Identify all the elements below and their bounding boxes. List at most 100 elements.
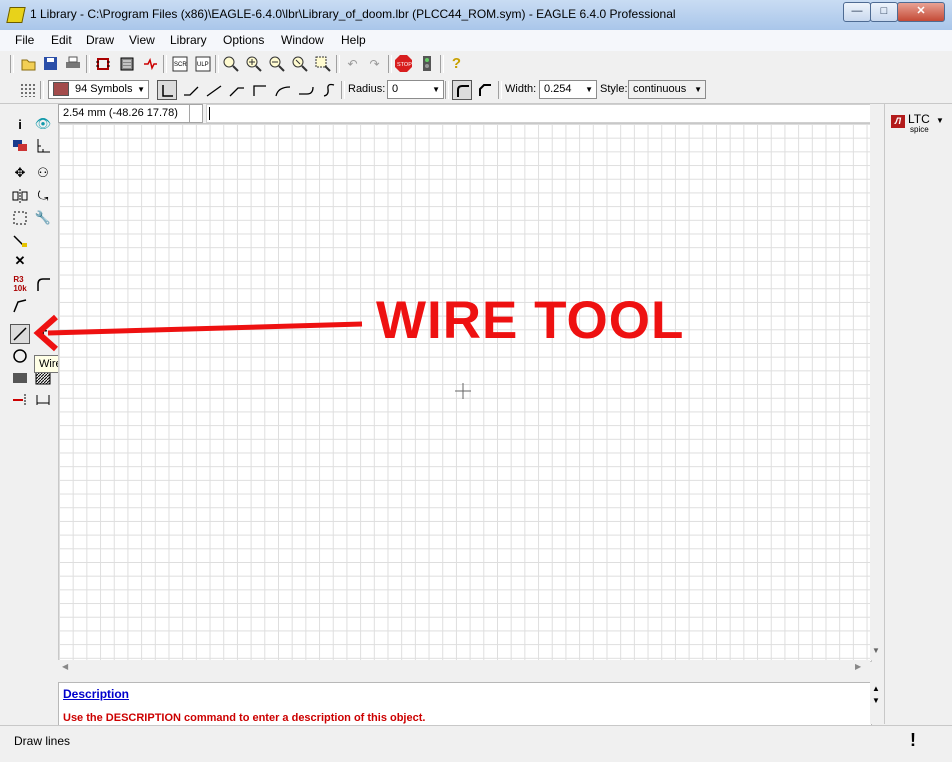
radius-value: 0 (392, 83, 399, 95)
mirror-tool-icon[interactable] (10, 186, 30, 206)
scroll-up-icon[interactable]: ▲ (872, 684, 880, 693)
go-icon[interactable] (418, 55, 435, 72)
wire-bend-45-icon[interactable] (181, 80, 201, 100)
mark-origin-icon[interactable] (33, 136, 53, 156)
dimension-tool-icon[interactable] (33, 390, 53, 410)
horizontal-scrollbar[interactable]: ◀ ▶ (58, 660, 870, 674)
style-select[interactable]: continuous ▼ (628, 80, 706, 99)
wire-bend-arc-icon[interactable] (273, 80, 293, 100)
wire-icon (13, 327, 27, 341)
open-folder-icon[interactable] (20, 55, 37, 72)
menu-window[interactable]: Window (281, 33, 324, 47)
wire-bend-arc-alt-icon[interactable] (296, 80, 316, 100)
ulp-icon[interactable]: ULP (194, 55, 211, 72)
change-wrench-icon[interactable]: 🔧 (33, 208, 53, 228)
rotate-tool-icon[interactable]: ⤿ (33, 186, 53, 206)
info-tool-icon[interactable]: i (10, 114, 30, 134)
action-toolbar: SCR ULP ↶ ↷ STOP ? (0, 51, 952, 78)
menu-library[interactable]: Library (170, 33, 207, 47)
wire-bend-45-alt-icon[interactable] (227, 80, 247, 100)
zoom-in-icon[interactable] (245, 55, 262, 72)
vertical-scrollbar[interactable]: ▼ (870, 104, 883, 660)
menu-edit[interactable]: Edit (51, 33, 72, 47)
scroll-down-icon[interactable]: ▼ (872, 696, 880, 705)
menu-help[interactable]: Help (341, 33, 366, 47)
menu-draw[interactable]: Draw (86, 33, 114, 47)
radius-combo[interactable]: 0 ▼ (387, 80, 444, 99)
text-tool-icon[interactable]: T (33, 324, 53, 344)
ltspice-button[interactable]: Л LTC spice ▼ (889, 112, 944, 134)
rectangle-tool-icon[interactable] (10, 368, 30, 388)
description-scrollbar[interactable]: ▲ ▼ (870, 682, 883, 724)
move-tool-icon[interactable]: ✥ (10, 163, 30, 183)
wire-bend-90-icon[interactable] (157, 80, 177, 100)
ltc-label: LTC (908, 112, 930, 126)
toolbar-separator (215, 55, 219, 73)
style-value: continuous (633, 83, 687, 95)
width-combo[interactable]: 0.254 ▼ (539, 80, 597, 99)
width-value: 0.254 (544, 83, 572, 95)
toolbar-separator (498, 81, 502, 99)
circle-tool-icon[interactable] (10, 346, 30, 366)
maximize-button[interactable]: □ (870, 2, 898, 22)
group-tool-icon[interactable] (10, 208, 30, 228)
redo-icon[interactable]: ↷ (366, 55, 383, 72)
layer-select-value: 94 Symbols (75, 83, 133, 95)
scroll-right-icon[interactable]: ▶ (855, 662, 861, 671)
display-layers-icon[interactable] (10, 136, 30, 156)
description-link[interactable]: Description (63, 687, 129, 701)
zoom-fit-icon[interactable] (222, 55, 239, 72)
minimize-button[interactable]: — (843, 2, 871, 22)
delete-tool-icon[interactable]: ✕ (10, 251, 30, 271)
parameter-toolbar: 94 Symbols ▼ Radius: 0 ▼ Width: 0.254 ▼ … (0, 77, 952, 104)
right-panel: Л LTC spice ▼ (884, 104, 945, 724)
zoom-out-icon[interactable] (268, 55, 285, 72)
toolbar-grip (10, 55, 14, 73)
help-icon[interactable]: ? (448, 55, 465, 72)
annotation-label: WIRE TOOL (376, 291, 685, 350)
wire-bend-freehand-icon[interactable] (319, 80, 339, 100)
wire-tool-button[interactable] (10, 324, 30, 344)
split-tool-icon[interactable] (10, 296, 30, 316)
straight-miter-icon[interactable] (475, 80, 495, 100)
layer-select[interactable]: 94 Symbols ▼ (48, 80, 149, 99)
status-bar: Draw lines ! (0, 725, 952, 762)
grid-icon[interactable] (20, 83, 36, 97)
zoom-redraw-icon[interactable] (291, 55, 308, 72)
menu-options[interactable]: Options (223, 33, 264, 47)
command-line-input[interactable] (206, 104, 882, 123)
close-button[interactable]: ✕ (897, 2, 945, 22)
eagle-app-icon (6, 7, 26, 23)
zoom-select-icon[interactable] (314, 55, 331, 72)
print-icon[interactable] (64, 55, 81, 72)
name-value-icon[interactable]: R3 10k (10, 274, 30, 294)
stop-icon[interactable]: STOP (395, 55, 412, 72)
coordinate-display: 2.54 mm (-48.26 17.78) (58, 104, 192, 123)
board-icon[interactable] (118, 55, 135, 72)
chevron-down-icon: ▼ (694, 85, 702, 94)
wire-bend-straight-icon[interactable] (204, 80, 224, 100)
scroll-left-icon[interactable]: ◀ (62, 662, 68, 671)
title-bar: 1 Library - C:\Program Files (x86)\EAGLE… (0, 0, 952, 31)
script-icon[interactable]: SCR (171, 55, 188, 72)
ltc-sublabel: spice (910, 125, 929, 134)
pin-tool-icon[interactable] (10, 390, 30, 410)
menu-view[interactable]: View (129, 33, 155, 47)
undo-icon[interactable]: ↶ (344, 55, 361, 72)
status-text: Draw lines (14, 734, 71, 748)
paste-tool-icon[interactable] (10, 230, 30, 250)
wire-bend-90-alt-icon[interactable] (250, 80, 270, 100)
show-eye-icon[interactable]: 👁 (33, 114, 53, 134)
toolbar-separator (40, 81, 44, 99)
copy-tool-icon[interactable]: ⚇ (33, 163, 53, 183)
toolbar-separator (341, 81, 345, 99)
cam-processor-icon[interactable] (94, 55, 111, 72)
save-icon[interactable] (42, 55, 59, 72)
exclamation-icon: ! (910, 730, 916, 750)
menu-file[interactable]: File (15, 33, 34, 47)
miter-tool-icon[interactable] (33, 274, 53, 294)
scroll-down-icon[interactable]: ▼ (872, 646, 880, 655)
schematic-icon[interactable] (141, 55, 158, 72)
svg-text:STOP: STOP (397, 62, 412, 68)
round-miter-icon[interactable] (452, 80, 472, 100)
